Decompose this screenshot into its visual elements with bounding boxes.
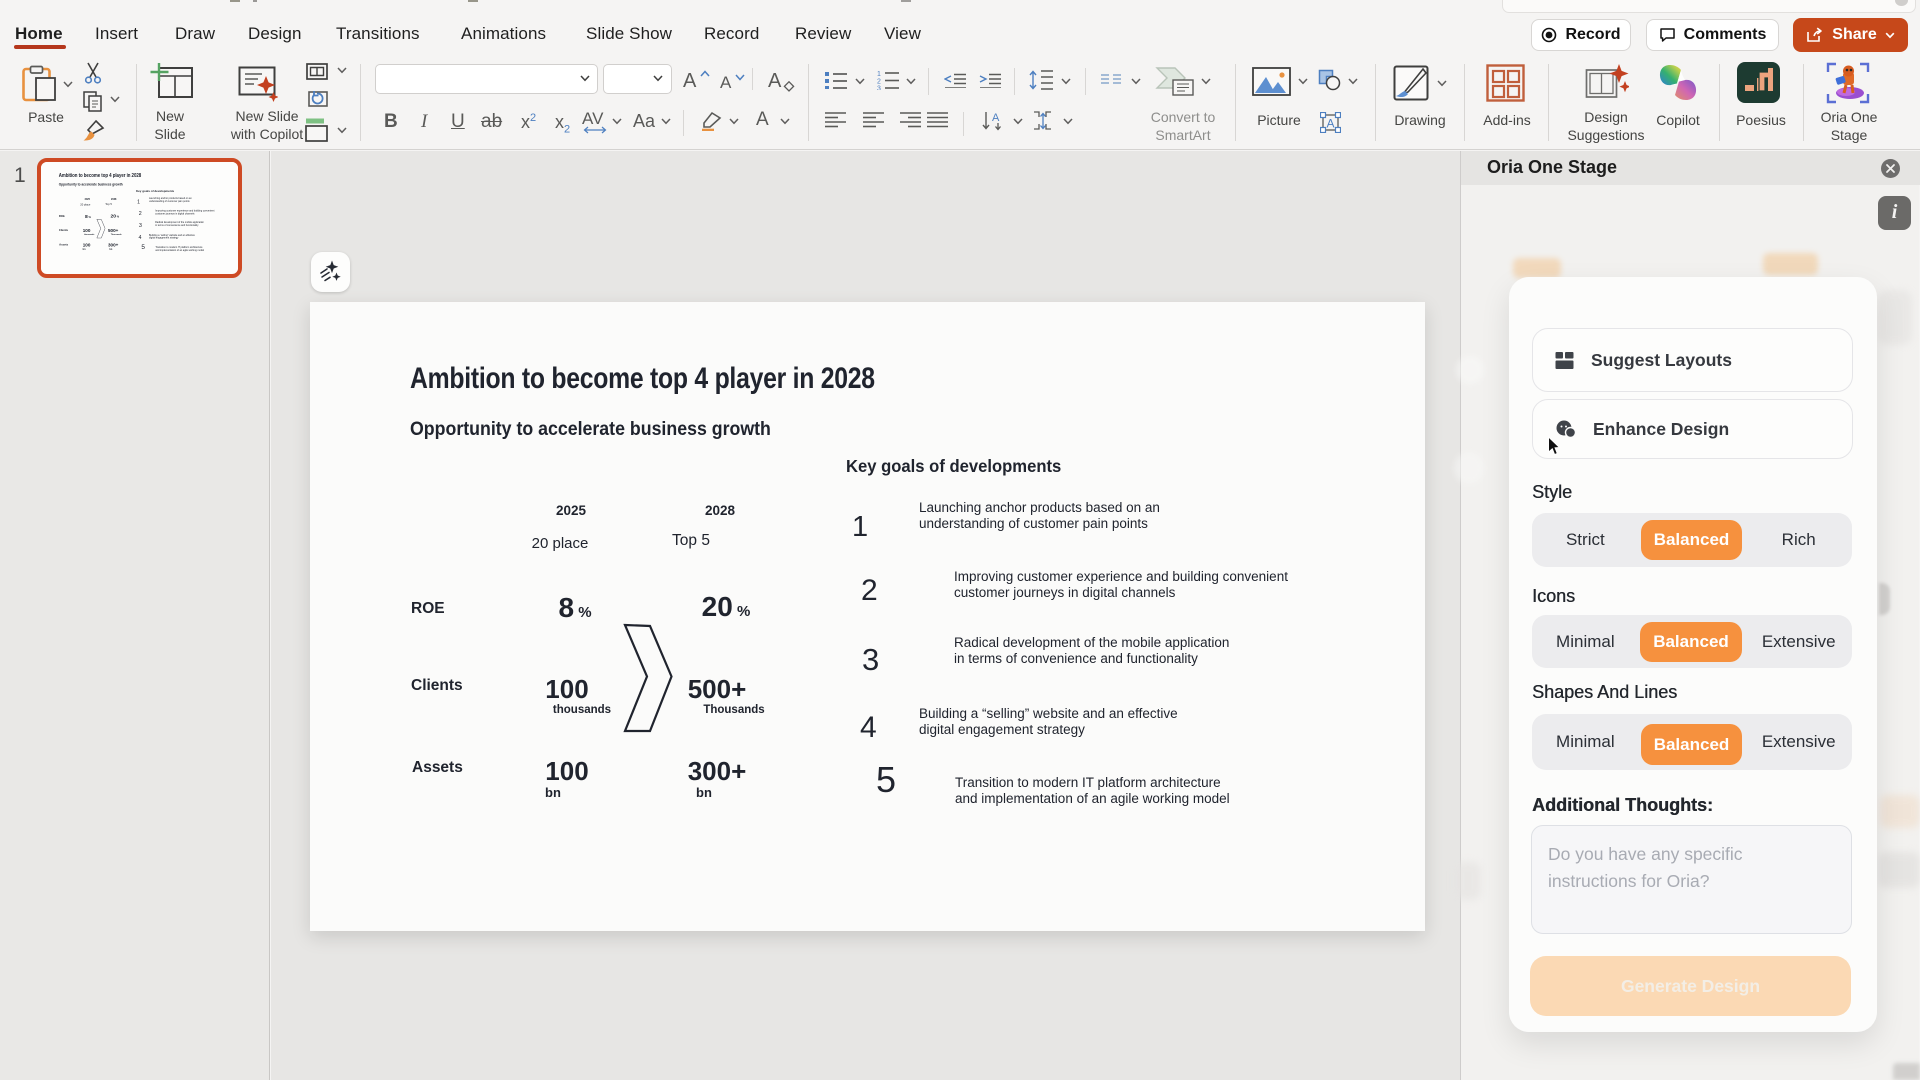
svg-text:A: A — [1327, 117, 1335, 131]
svg-text:A: A — [992, 112, 1000, 124]
svg-text:3: 3 — [877, 86, 881, 91]
svg-text:1: 1 — [877, 71, 881, 78]
svg-text:2: 2 — [877, 79, 881, 86]
